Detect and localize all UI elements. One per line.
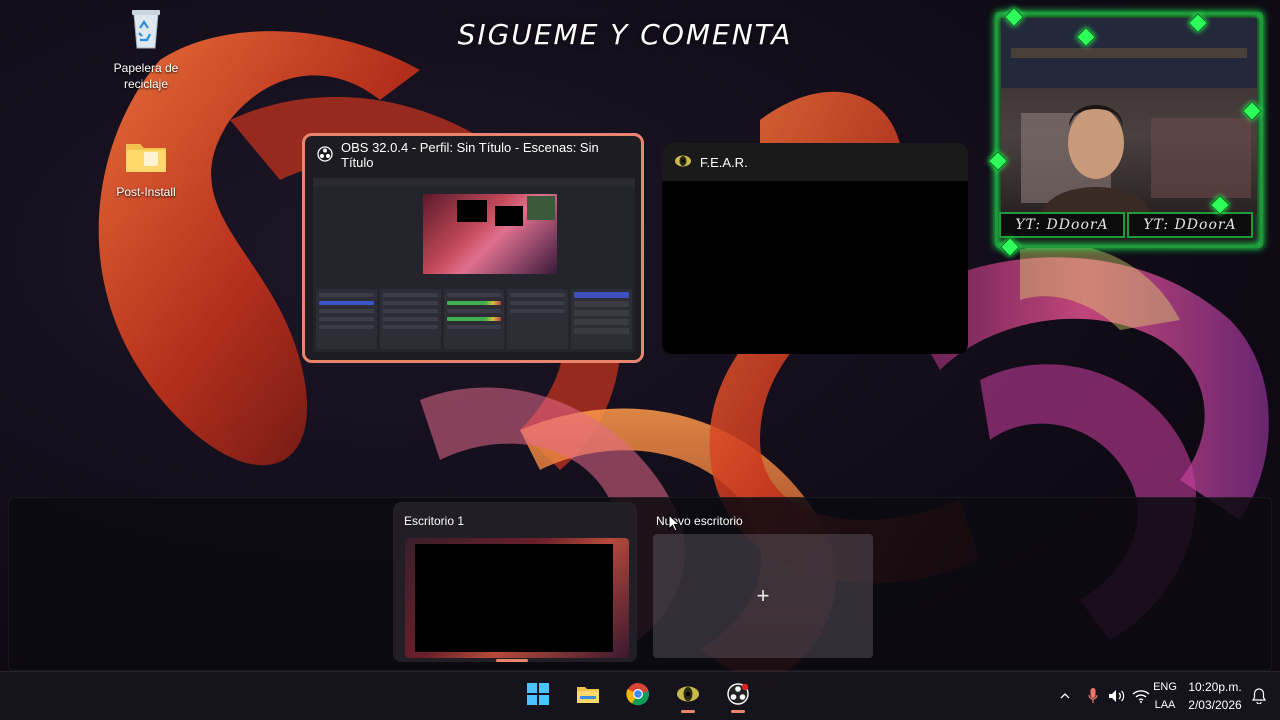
webcam-video: [1001, 18, 1257, 214]
running-indicator: [681, 710, 695, 713]
obs-icon: [726, 682, 750, 711]
fear-icon: [674, 154, 692, 171]
new-desktop-card[interactable]: Nuevo escritorio +: [645, 502, 889, 662]
clock-date: 2/03/2026: [1188, 698, 1242, 712]
chevron-up-icon[interactable]: [1054, 685, 1076, 707]
running-indicator: [731, 710, 745, 713]
window-titlebar: F.E.A.R.: [662, 143, 968, 181]
obs-audio-mixer-dock: [443, 289, 505, 349]
window-title: F.E.A.R.: [700, 154, 748, 170]
language-indicator[interactable]: ENG LAA: [1148, 678, 1182, 714]
language-code: ENG: [1153, 681, 1177, 693]
folder-icon: [101, 138, 191, 178]
desktop-icon-label: Post-Install: [116, 185, 176, 199]
obs-transitions-dock: [507, 289, 569, 349]
webcam-overlay: YT: DDoorA YT: DDoorA: [988, 7, 1263, 257]
desktop-icon-recycle-bin[interactable]: Papelera de reciclaje: [101, 6, 191, 92]
obs-preview: [423, 194, 557, 274]
microphone-icon[interactable]: [1082, 685, 1104, 707]
desktop-icon-post-install[interactable]: Post-Install: [101, 138, 191, 200]
mouse-cursor-icon: [668, 513, 681, 537]
taskbar-file-explorer[interactable]: [570, 678, 606, 714]
desktop-thumbnail: [405, 538, 629, 658]
taskbar-chrome[interactable]: [620, 678, 656, 714]
folder-icon: [576, 684, 600, 709]
window-title: OBS 32.0.4 - Perfil: Sin Título - Escena…: [341, 140, 599, 170]
desktop-card-label: Escritorio 1: [404, 514, 465, 528]
taskview-window-fear[interactable]: F.E.A.R.: [662, 143, 968, 354]
webcam-label-left: YT: DDoorA: [999, 212, 1125, 238]
taskbar-obs[interactable]: [720, 678, 756, 714]
notification-bell-icon[interactable]: [1248, 685, 1270, 707]
webcam-label-right: YT: DDoorA: [1127, 212, 1253, 238]
clock[interactable]: 10:20p.m. 2/03/2026: [1182, 678, 1248, 714]
obs-icon: [317, 145, 333, 165]
desktop-icon-label: Papelera de reciclaje: [113, 61, 179, 91]
clock-time: 10:20p.m.: [1188, 680, 1242, 694]
taskbar: ENG LAA 10:20p.m. 2/03/2026: [0, 671, 1280, 720]
fear-icon: [676, 685, 700, 708]
obs-sources-dock: [379, 289, 441, 349]
keyboard-layout: LAA: [1154, 699, 1176, 711]
desktop-card-escritorio-1[interactable]: Escritorio 1: [393, 502, 637, 662]
windows-start-icon: [527, 682, 549, 710]
new-desktop-button[interactable]: +: [653, 534, 873, 658]
taskbar-fear[interactable]: [670, 678, 706, 714]
recycle-bin-icon: [101, 6, 191, 54]
virtual-desktops-bar: Escritorio 1 Nuevo escritorio +: [8, 497, 1272, 671]
current-desktop-indicator: [496, 659, 528, 662]
taskview-window-obs[interactable]: OBS 32.0.4 - Perfil: Sin Título - Escena…: [302, 133, 644, 363]
window-titlebar: OBS 32.0.4 - Perfil: Sin Título - Escena…: [305, 136, 641, 174]
start-button[interactable]: [520, 678, 556, 714]
obs-controls-dock: [571, 289, 632, 349]
obs-scenes-dock: [316, 289, 377, 349]
system-tray: [1054, 672, 1152, 720]
plus-icon: +: [756, 583, 770, 608]
obs-window-thumbnail: [313, 178, 635, 352]
volume-icon[interactable]: [1106, 685, 1128, 707]
chrome-icon: [626, 682, 650, 711]
